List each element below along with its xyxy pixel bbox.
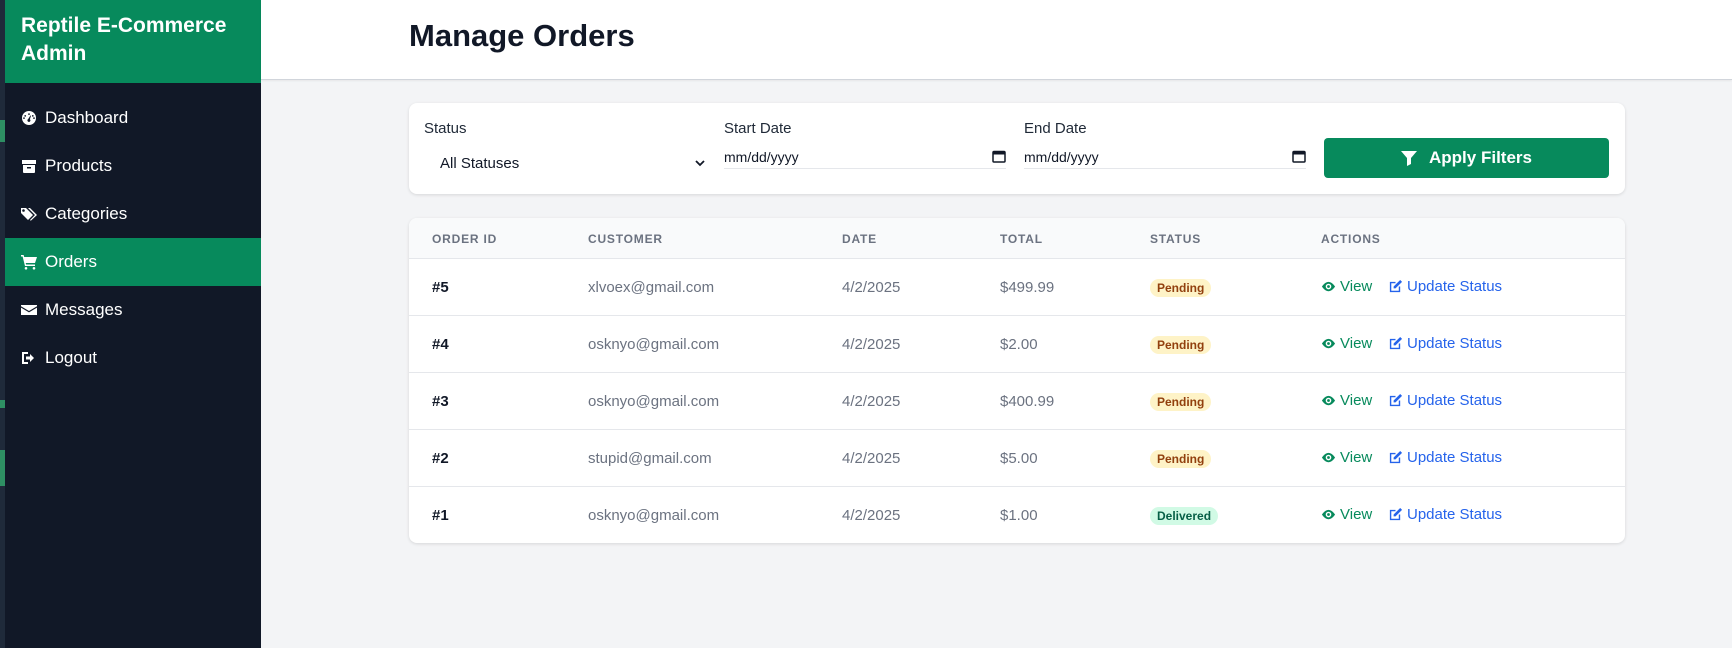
order-total: $2.00 xyxy=(1000,336,1038,353)
update-status-link[interactable]: Update Status xyxy=(1388,335,1502,352)
customer-email: osknyo@gmail.com xyxy=(588,507,720,524)
sidebar-item-orders[interactable]: Orders xyxy=(5,238,261,286)
update-status-link[interactable]: Update Status xyxy=(1388,392,1502,409)
status-badge: Pending xyxy=(1150,279,1212,297)
update-status-link[interactable]: Update Status xyxy=(1388,506,1502,523)
table-row: #3 osknyo@gmail.com 4/2/2025 $400.99 Pen… xyxy=(409,373,1625,430)
sidebar-item-label: Messages xyxy=(45,300,123,319)
update-status-link[interactable]: Update Status xyxy=(1388,278,1502,295)
sidebar-item-label: Orders xyxy=(45,252,97,271)
table-row: #1 osknyo@gmail.com 4/2/2025 $1.00 Deliv… xyxy=(409,487,1625,543)
start-date-placeholder: mm/dd/yyyy xyxy=(724,148,799,165)
apply-filters-button[interactable]: Apply Filters xyxy=(1324,138,1609,178)
start-date-label: Start Date xyxy=(724,120,792,137)
order-date: 4/2/2025 xyxy=(842,393,901,410)
column-header-customer: CUSTOMER xyxy=(588,232,663,246)
order-date: 4/2/2025 xyxy=(842,336,901,353)
column-header-status: STATUS xyxy=(1150,232,1202,246)
calendar-icon[interactable] xyxy=(1292,149,1306,163)
order-total: $400.99 xyxy=(1000,393,1055,410)
order-id: #1 xyxy=(432,507,449,524)
order-id: #5 xyxy=(432,279,449,296)
box-icon xyxy=(21,158,37,174)
sidebar-item-label: Logout xyxy=(45,348,97,367)
order-total: $1.00 xyxy=(1000,507,1038,524)
filter-icon xyxy=(1401,151,1418,166)
chevron-down-icon xyxy=(695,160,705,167)
view-order-link[interactable]: View xyxy=(1321,449,1372,466)
update-status-link[interactable]: Update Status xyxy=(1388,449,1502,466)
sidebar-item-logout[interactable]: Logout xyxy=(5,334,261,382)
calendar-icon[interactable] xyxy=(992,149,1006,163)
dashboard-icon xyxy=(21,110,37,126)
customer-email: xlvoex@gmail.com xyxy=(588,279,715,296)
table-row: #2 stupid@gmail.com 4/2/2025 $5.00 Pendi… xyxy=(409,430,1625,487)
eye-icon xyxy=(1321,395,1336,406)
end-date-input[interactable]: mm/dd/yyyy xyxy=(1024,145,1306,169)
order-id: #2 xyxy=(432,450,449,467)
customer-email: osknyo@gmail.com xyxy=(588,393,720,410)
table-header: ORDER ID CUSTOMER DATE TOTAL STATUS ACTI… xyxy=(409,218,1625,259)
view-order-link[interactable]: View xyxy=(1321,335,1372,352)
table-row: #5 xlvoex@gmail.com 4/2/2025 $499.99 Pen… xyxy=(409,259,1625,316)
view-order-link[interactable]: View xyxy=(1321,392,1372,409)
end-date-placeholder: mm/dd/yyyy xyxy=(1024,148,1099,165)
edit-icon xyxy=(1389,507,1403,521)
page-title: Manage Orders xyxy=(409,18,635,53)
edit-icon xyxy=(1389,336,1403,350)
eye-icon xyxy=(1321,281,1336,292)
column-header-actions: ACTIONS xyxy=(1321,232,1381,246)
sidebar: Reptile E-Commerce Admin Dashboard Produ… xyxy=(5,0,261,648)
sidebar-item-label: Categories xyxy=(45,204,128,223)
status-select-value: All Statuses xyxy=(440,154,520,172)
start-date-input[interactable]: mm/dd/yyyy xyxy=(724,145,1006,169)
column-header-order-id: ORDER ID xyxy=(432,232,498,246)
sidebar-nav: Dashboard Products Categories Orders Mes… xyxy=(5,94,261,382)
sidebar-item-label: Products xyxy=(45,156,113,175)
customer-email: stupid@gmail.com xyxy=(588,450,712,467)
sidebar-item-messages[interactable]: Messages xyxy=(5,286,261,334)
sidebar-item-dashboard[interactable]: Dashboard xyxy=(5,94,261,142)
view-order-link[interactable]: View xyxy=(1321,506,1372,523)
end-date-label: End Date xyxy=(1024,120,1087,137)
sidebar-item-categories[interactable]: Categories xyxy=(5,190,261,238)
status-badge: Pending xyxy=(1150,450,1212,468)
edit-icon xyxy=(1389,393,1403,407)
order-id: #3 xyxy=(432,393,449,410)
order-date: 4/2/2025 xyxy=(842,507,901,524)
tags-icon xyxy=(21,206,37,222)
order-total: $499.99 xyxy=(1000,279,1055,296)
order-total: $5.00 xyxy=(1000,450,1038,467)
filter-panel: Status All Statuses Start Date mm/dd/yyy… xyxy=(409,103,1625,194)
orders-table: ORDER ID CUSTOMER DATE TOTAL STATUS ACTI… xyxy=(409,218,1625,543)
view-order-link[interactable]: View xyxy=(1321,278,1372,295)
column-header-total: TOTAL xyxy=(1000,232,1043,246)
status-badge: Pending xyxy=(1150,336,1212,354)
envelope-icon xyxy=(21,302,37,318)
edit-icon xyxy=(1389,450,1403,464)
status-badge: Pending xyxy=(1150,393,1212,411)
edit-icon xyxy=(1389,279,1403,293)
apply-filters-label: Apply Filters xyxy=(1429,148,1532,167)
logout-icon xyxy=(21,350,37,366)
table-row: #4 osknyo@gmail.com 4/2/2025 $2.00 Pendi… xyxy=(409,316,1625,373)
column-header-date: DATE xyxy=(842,232,877,246)
sidebar-item-products[interactable]: Products xyxy=(5,142,261,190)
sidebar-item-label: Dashboard xyxy=(45,108,129,127)
eye-icon xyxy=(1321,338,1336,349)
cart-icon xyxy=(21,254,37,270)
eye-icon xyxy=(1321,452,1336,463)
order-date: 4/2/2025 xyxy=(842,279,901,296)
order-id: #4 xyxy=(432,336,449,353)
status-filter-label: Status xyxy=(424,120,467,137)
brand-title: Reptile E-Commerce Admin xyxy=(5,0,261,83)
customer-email: osknyo@gmail.com xyxy=(588,336,720,353)
order-date: 4/2/2025 xyxy=(842,450,901,467)
page-header: Manage Orders xyxy=(261,0,1732,80)
eye-icon xyxy=(1321,509,1336,520)
status-select[interactable]: All Statuses xyxy=(424,145,712,181)
status-badge: Delivered xyxy=(1150,507,1219,525)
